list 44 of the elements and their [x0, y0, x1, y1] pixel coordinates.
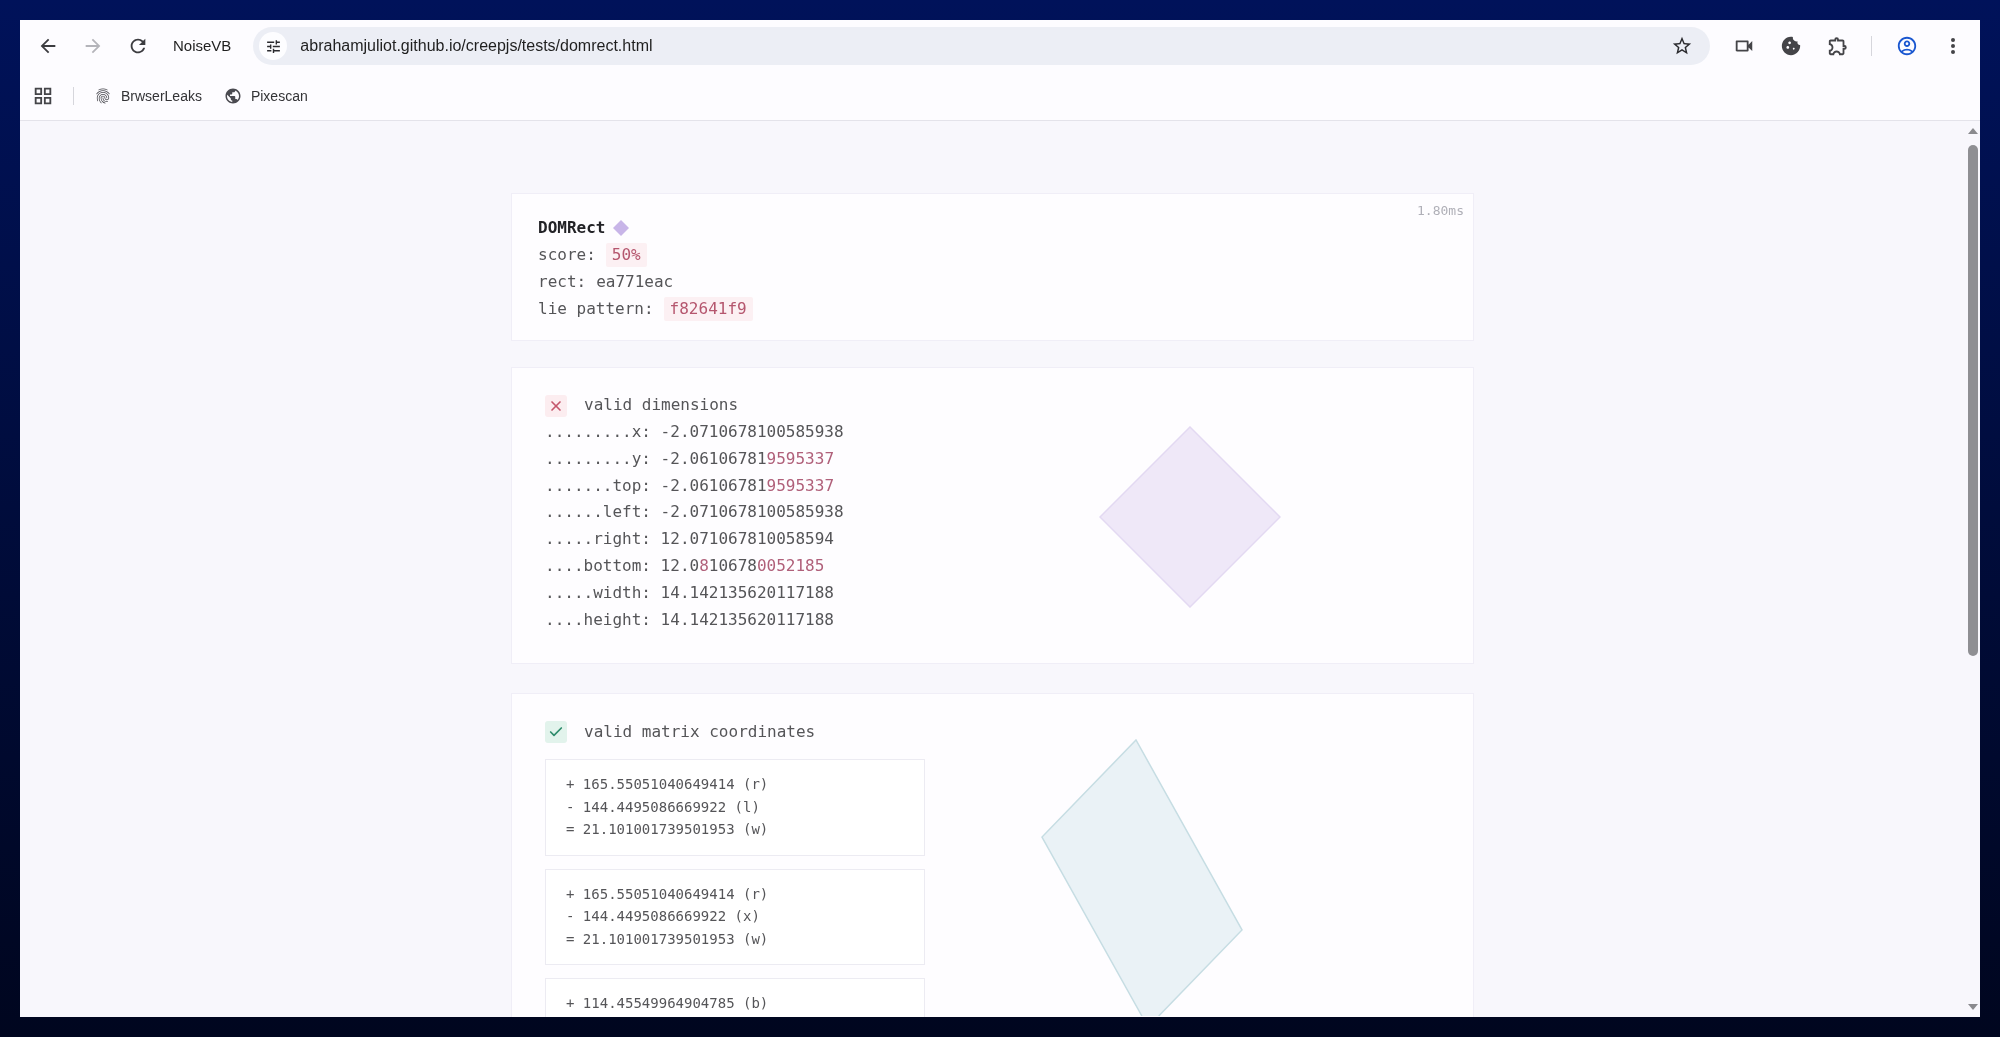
- star-icon: [1671, 35, 1694, 57]
- dimension-line: ....bottom: 12.08106780052185: [545, 555, 826, 577]
- field-value: 50%: [605, 242, 647, 267]
- grid-icon: [32, 85, 54, 107]
- field-value: f82641f9: [663, 296, 753, 321]
- dimension-line: .........x: -2.0710678100585938: [545, 421, 845, 443]
- dimension-line: ....height: 14.142135620117188: [545, 608, 835, 631]
- scroll-down-icon[interactable]: [1967, 1004, 1978, 1010]
- calculation-line: - 144.4495086669922 (l): [566, 797, 761, 817]
- address-bar[interactable]: abrahamjuliot.github.io/creepjs/tests/domrect.html: [253, 27, 1711, 65]
- calculation-line: + 114.45549964904785 (b): [566, 994, 770, 1014]
- diamond-icon: [613, 219, 630, 236]
- field-label: lie pattern:: [538, 298, 654, 320]
- dimension-line: .....right: 12.071067810058594: [545, 528, 835, 551]
- field-value: ea771eac: [596, 271, 674, 293]
- timing-label: 1.80ms: [1417, 203, 1464, 219]
- check-title: valid matrix coordinates: [584, 720, 816, 743]
- calculation-line: - 144.4495086669922 (x): [566, 907, 761, 927]
- calculation-line: = 21.101001739501953 (w): [566, 929, 770, 949]
- menu-icon: [1951, 38, 1956, 54]
- dimension-line: .....width: 14.142135620117188: [545, 581, 835, 604]
- tune-icon: [264, 37, 282, 55]
- account-icon: [1896, 35, 1919, 57]
- dimension-line: .........y: -2.061067819595337: [545, 447, 835, 470]
- scrollbar-thumb[interactable]: [1967, 145, 1978, 656]
- url-text: abrahamjuliot.github.io/creepjs/tests/domrect.html: [300, 36, 653, 56]
- calculation-line: = 21.101001739501953 (w): [566, 820, 770, 840]
- fingerprint-icon: [94, 87, 112, 105]
- field-label: rect:: [538, 271, 587, 293]
- scroll-up-icon[interactable]: [1967, 128, 1978, 134]
- calculation-line: + 165.55051040649414 (r): [566, 775, 770, 795]
- calculation-line: + 165.55051040649414 (r): [566, 884, 770, 904]
- bookmark-button[interactable]: BrwserLeaks: [94, 85, 202, 107]
- cookie-icon: [1780, 35, 1803, 57]
- dimension-line: .......top: -2.061067819595337: [545, 474, 835, 497]
- globe-icon: [223, 87, 242, 105]
- site-info-button[interactable]: [259, 32, 288, 60]
- dimension-line: ......left: -2.0710678100585938: [545, 501, 845, 524]
- puzzle-icon: [1827, 35, 1850, 57]
- bookmark-button[interactable]: Pixescan: [223, 85, 308, 107]
- field-label: score:: [538, 244, 596, 266]
- card-title: DOMRect: [538, 217, 606, 239]
- toolbar-label[interactable]: NoiseVB: [173, 34, 232, 58]
- check-title: valid dimensions: [584, 394, 739, 417]
